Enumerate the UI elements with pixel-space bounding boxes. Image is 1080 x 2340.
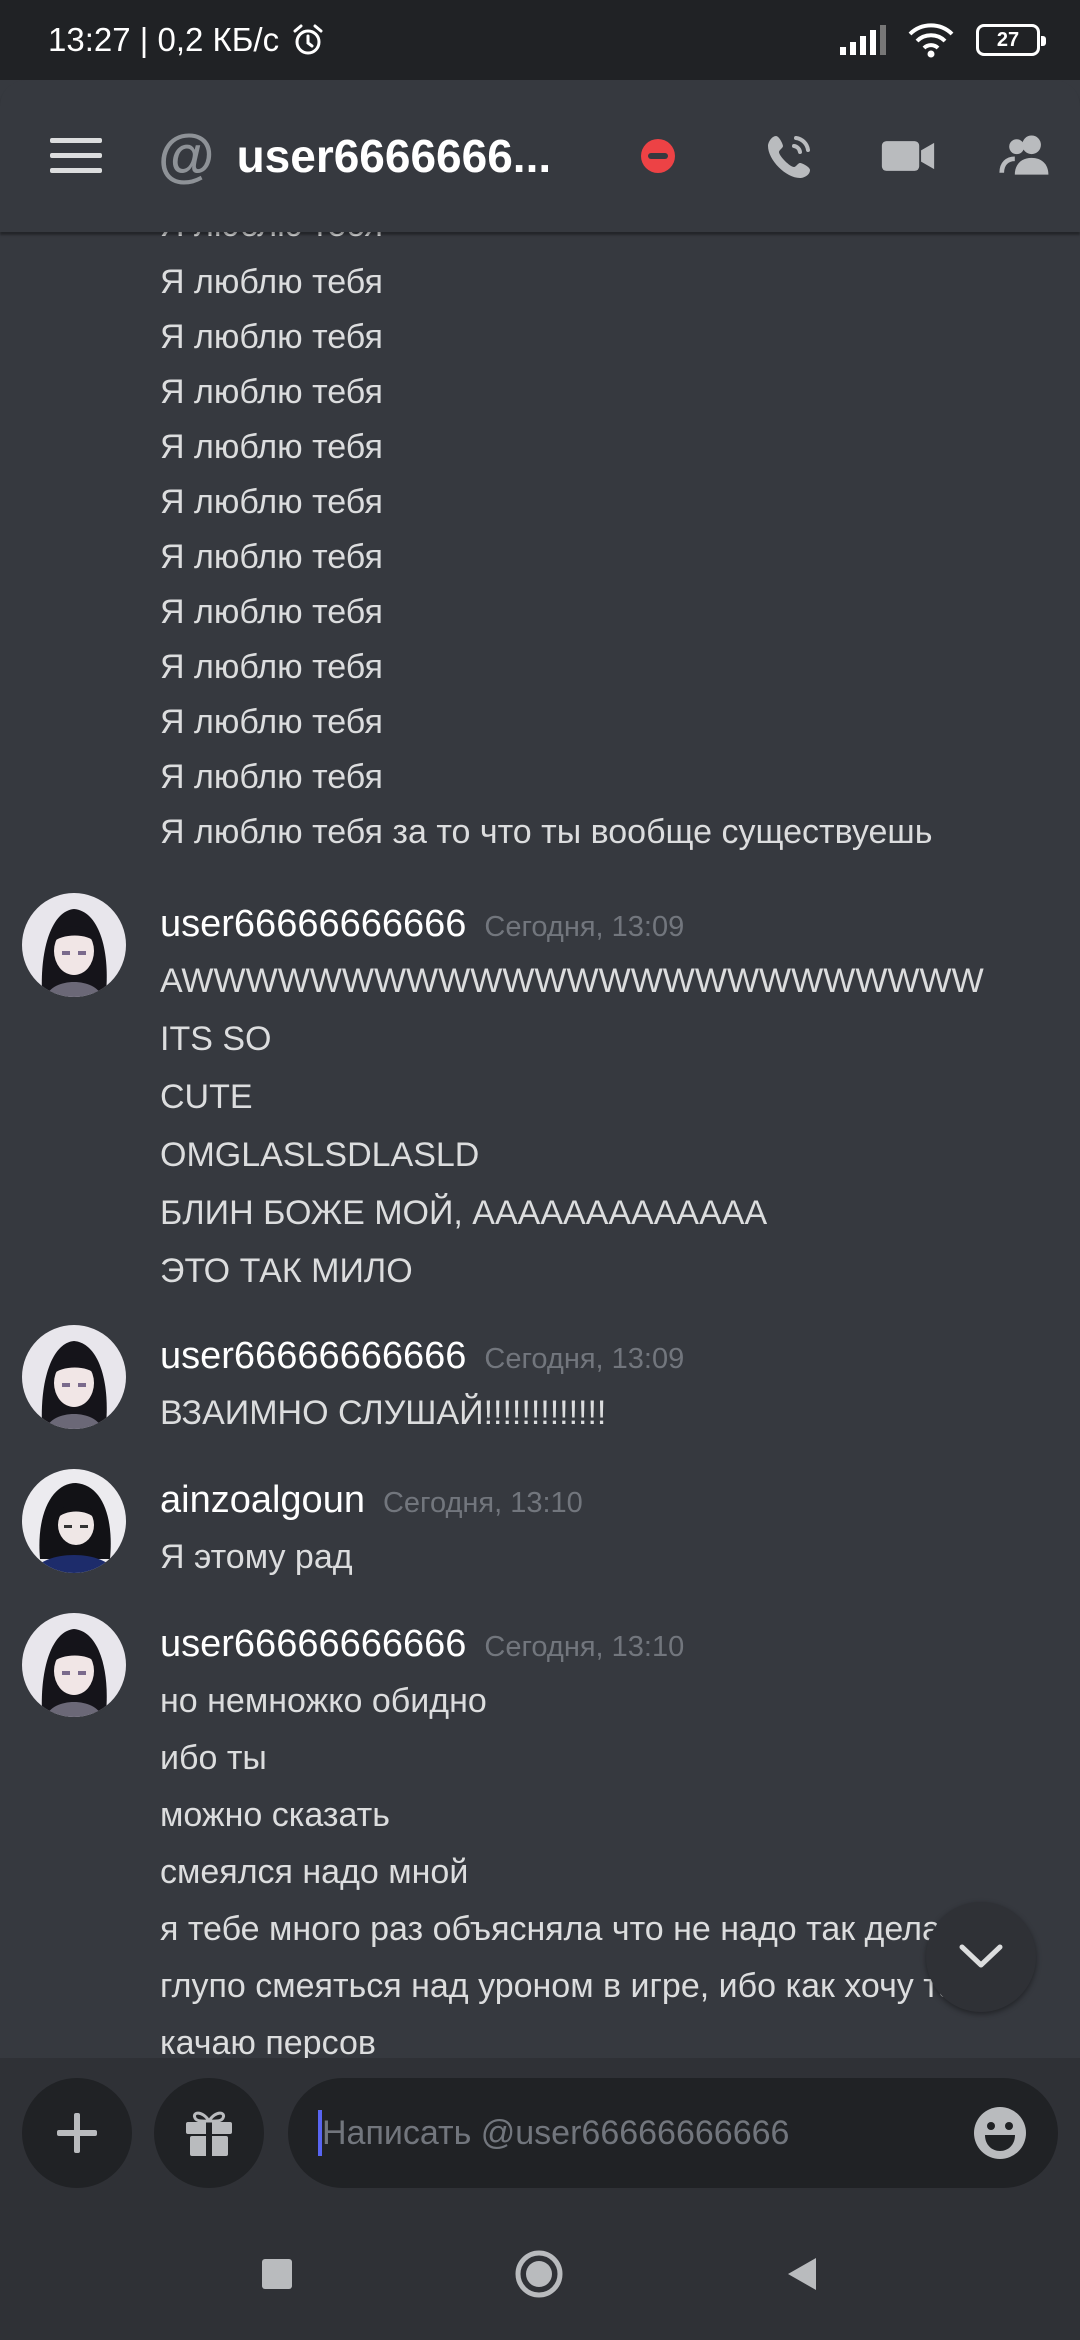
back-button[interactable] [784,2254,820,2294]
alarm-icon [293,24,323,55]
system-nav-bar [0,2208,1080,2340]
recent-apps-button[interactable] [260,2257,294,2291]
message-author[interactable]: user66666666666 Сегодня, 13:09 [160,1337,684,1375]
message-text: CUTE [160,1078,253,1116]
message-text: Я люблю тебя [160,758,383,796]
status-time-speed: 13:27 | 0,2 КБ/с [48,21,280,58]
message-text: качаю персов [160,2024,376,2058]
message-text: глупо смеяться над уроном в игре, ибо ка… [160,1967,1001,2005]
message-text: ибо ты [160,1739,267,1777]
author-name[interactable]: user66666666666 [160,903,466,945]
message-list[interactable]: Я люблю тебя Я люблю тебя Я люблю тебя Я… [0,232,1080,2058]
avatar[interactable] [22,893,126,997]
avatar[interactable] [22,1469,126,1573]
message-timestamp: Сегодня, 13:09 [484,1343,685,1375]
message-text: Я люблю тебя за то что ты вообще существ… [160,813,933,851]
menu-button[interactable] [50,128,106,184]
members-icon[interactable] [998,128,1054,184]
wifi-icon [908,23,954,58]
message-text: но немножко обидно [160,1682,487,1720]
battery-indicator: 27 [976,24,1046,56]
home-button[interactable] [514,2249,564,2299]
message-composer [0,2058,1080,2208]
battery-level: 27 [996,28,1020,51]
message-input[interactable] [318,2110,972,2156]
message-text: Я люблю тебя [160,373,383,411]
voice-call-icon[interactable] [762,128,818,184]
at-icon: @ [158,123,215,188]
message-text: можно сказать [160,1796,390,1834]
message-text: я тебе много раз объясняла что не надо т… [160,1910,974,1948]
hamburger-icon [50,138,102,173]
channel-header: @ user6666666... [0,80,1080,232]
message-text: БЛИН БОЖЕ МОЙ, ААААААААААААА [160,1194,768,1232]
avatar[interactable] [22,1325,126,1429]
avatar[interactable] [22,1613,126,1717]
message-author[interactable]: user66666666666 Сегодня, 13:09 [160,905,684,943]
message-text: Я люблю тебя [160,318,383,356]
message-text: ВЗАИМНО СЛУШАЙ!!!!!!!!!!!!! [160,1394,607,1432]
emoji-icon[interactable] [972,2105,1028,2161]
message-text: ITS SO [160,1020,272,1058]
message-text: Я люблю тебя [160,232,383,242]
channel-title[interactable]: user6666666... [237,129,607,183]
dnd-status-icon [640,139,675,173]
message-text: Я люблю тебя [160,648,383,686]
author-name[interactable]: user66666666666 [160,1623,466,1665]
message-author[interactable]: user66666666666 Сегодня, 13:10 [160,1625,684,1663]
jump-to-bottom-button[interactable] [926,1902,1036,2012]
plus-icon [57,2113,97,2153]
message-text: Я люблю тебя [160,428,383,466]
message-text: Я люблю тебя [160,483,383,521]
message-timestamp: Сегодня, 13:10 [382,1487,583,1519]
message-text: Я люблю тебя [160,593,383,631]
message-text: Я этому рад [160,1538,353,1576]
author-name[interactable]: user66666666666 [160,1335,466,1377]
message-text: ЭТО ТАК МИЛО [160,1252,413,1290]
message-text: Я люблю тебя [160,538,383,576]
message-text: смеялся надо мной [160,1853,469,1891]
author-name[interactable]: ainzoalgoun [160,1479,365,1521]
status-bar: 13:27 | 0,2 КБ/с 27 [0,0,1080,80]
message-timestamp: Сегодня, 13:10 [484,1631,685,1663]
add-attachment-button[interactable] [22,2078,132,2188]
gift-icon [186,2111,232,2156]
video-call-icon[interactable] [880,128,936,184]
message-text: Я люблю тебя [160,263,383,301]
message-text: Я люблю тебя [160,703,383,741]
gift-button[interactable] [154,2078,264,2188]
signal-icon [840,25,886,55]
message-text: AWWWWWWWWWWWWWWWWWWWWWWWWW [160,962,984,1000]
message-text: OMGLASLSDLASLD [160,1136,480,1174]
message-timestamp: Сегодня, 13:09 [484,911,685,943]
chevron-down-icon [959,1944,1003,1968]
message-author[interactable]: ainzoalgoun Сегодня, 13:10 [160,1481,583,1519]
message-input-container[interactable] [288,2078,1058,2188]
